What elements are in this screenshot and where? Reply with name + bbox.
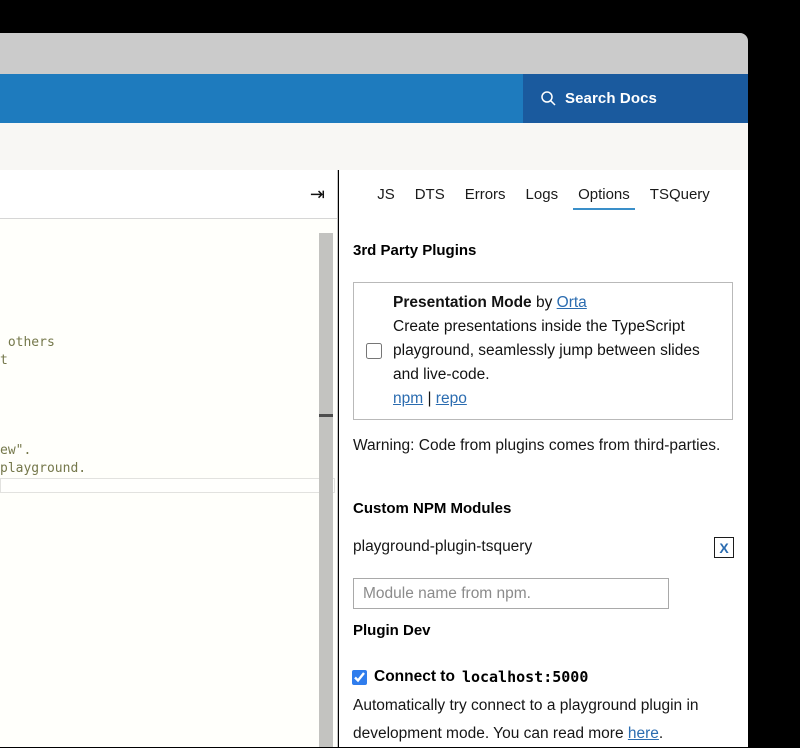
search-docs-button[interactable]: Search Docs <box>523 74 748 123</box>
connect-localhost-checkbox[interactable] <box>352 670 367 685</box>
code-line: others <box>0 334 55 352</box>
scrollbar-cursor-marker <box>319 414 333 417</box>
module-row: playground-plugin-tsquery X <box>353 538 733 560</box>
plugin-dev-description: Automatically try connect to a playgroun… <box>353 692 745 748</box>
read-more-link[interactable]: here <box>628 725 659 742</box>
plugin-links: npm | repo <box>393 387 720 411</box>
npm-module-input[interactable] <box>353 578 669 609</box>
remove-module-button[interactable]: X <box>714 537 734 558</box>
editor-toolbar: ⇥ <box>0 170 337 219</box>
connect-localhost-row: Connect to localhost:5000 <box>352 668 742 686</box>
code-line: playground. <box>0 460 86 478</box>
search-icon <box>540 90 557 107</box>
editor-scrollbar[interactable] <box>319 233 333 747</box>
plugins-sidebar: JS DTS Errors Logs Options TSQuery 3rd P… <box>339 170 748 747</box>
tab-errors[interactable]: Errors <box>460 184 511 210</box>
plugin-repo-link[interactable]: repo <box>436 390 467 407</box>
connect-label: Connect to <box>374 668 455 686</box>
screenshot-stage: Search Docs ⇥ others t ew". playground. … <box>0 0 800 747</box>
module-name: playground-plugin-tsquery <box>353 538 532 555</box>
plugin-links-separator: | <box>423 390 436 407</box>
tab-tsquery[interactable]: TSQuery <box>645 184 715 210</box>
plugin-card: Presentation Mode by Orta Create present… <box>353 282 733 420</box>
code-line: t <box>0 352 8 370</box>
tab-options[interactable]: Options <box>573 184 635 210</box>
tab-dts[interactable]: DTS <box>410 184 450 210</box>
tab-js[interactable]: JS <box>372 184 400 210</box>
editor-current-line-highlight <box>0 478 335 493</box>
dock-sidebar-icon[interactable]: ⇥ <box>310 182 325 206</box>
plugin-enable-checkbox[interactable] <box>366 343 382 359</box>
plugin-info: Presentation Mode by Orta Create present… <box>393 291 720 411</box>
plugin-npm-link[interactable]: npm <box>393 390 423 407</box>
connect-host: localhost:5000 <box>462 668 588 686</box>
plugin-description: Create presentations inside the TypeScri… <box>393 315 720 387</box>
code-line: ew". <box>0 442 31 460</box>
plugin-dev-heading: Plugin Dev <box>353 622 431 639</box>
editor-pane: ⇥ others t ew". playground. <box>0 170 338 747</box>
plugin-name: Presentation Mode <box>393 294 532 311</box>
third-party-plugins-heading: 3rd Party Plugins <box>353 242 476 259</box>
plugin-by-label: by <box>532 294 557 311</box>
custom-npm-modules-heading: Custom NPM Modules <box>353 500 511 517</box>
search-docs-label: Search Docs <box>565 90 657 107</box>
plugin-title: Presentation Mode by Orta <box>393 291 720 315</box>
browser-chrome-bar <box>0 33 748 74</box>
top-nav-bar: Search Docs <box>0 74 748 123</box>
plugin-dev-description-period: . <box>659 725 663 742</box>
tab-logs[interactable]: Logs <box>521 184 564 210</box>
sidebar-tabs: JS DTS Errors Logs Options TSQuery <box>339 184 748 210</box>
plugin-author-link[interactable]: Orta <box>557 294 587 311</box>
plugins-warning-text: Warning: Code from plugins comes from th… <box>353 432 731 460</box>
nav-substrip <box>0 123 748 170</box>
